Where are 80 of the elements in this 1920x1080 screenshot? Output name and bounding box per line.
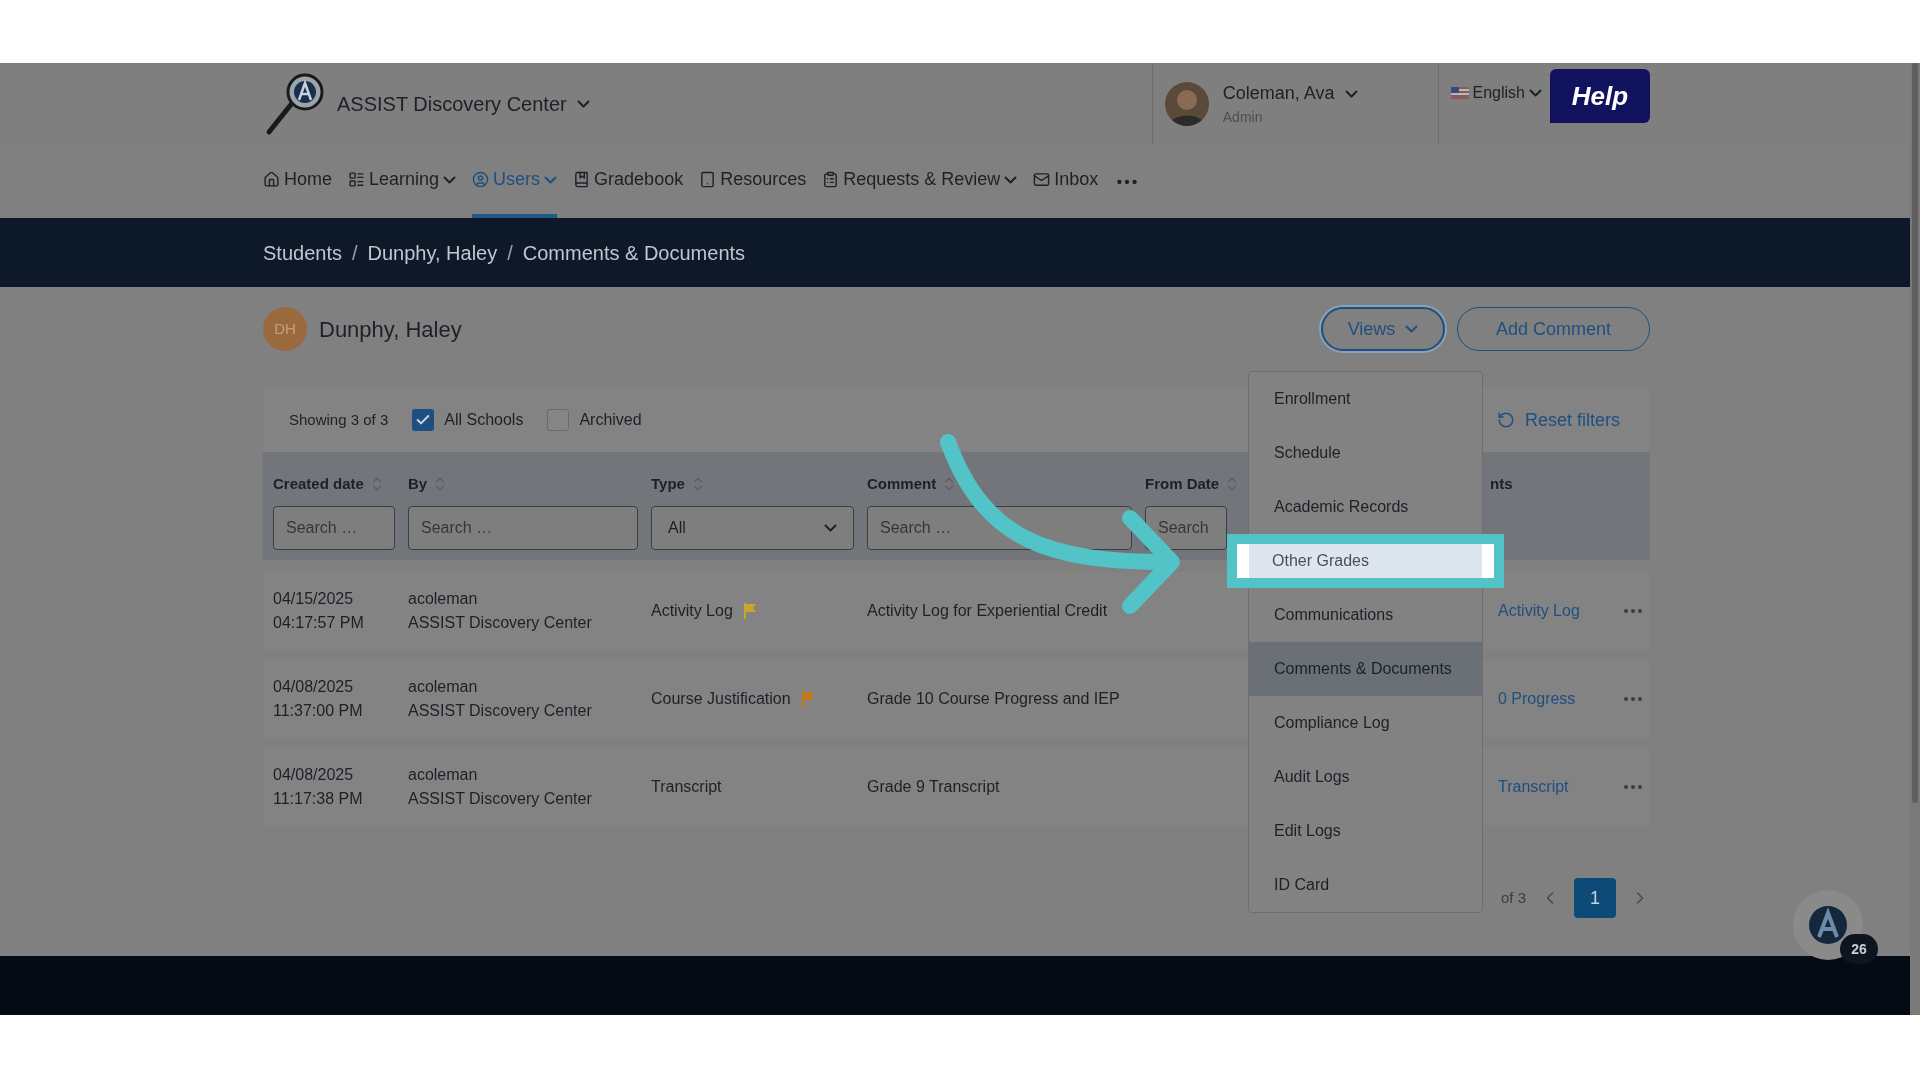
nav-tab[interactable]: Resources [699, 166, 807, 193]
tablet-icon [699, 171, 717, 188]
house-icon [263, 171, 280, 188]
column-header: Comment [867, 473, 937, 494]
breadcrumb-separator: / [507, 240, 513, 266]
search-field[interactable]: Search … [408, 506, 638, 550]
author-cell-text: acoleman ASSIST Discovery Center [408, 765, 593, 809]
breadcrumb-separator: / [351, 240, 358, 266]
caret-icon[interactable] [1405, 325, 1419, 333]
menu-item[interactable]: Enrollment [1249, 372, 1482, 426]
page-button[interactable]: 1 [1574, 878, 1616, 918]
comment-cell-text: Grade 9 Transcript [867, 777, 1001, 797]
flag-icon [1450, 87, 1469, 99]
caret-icon[interactable] [576, 100, 590, 108]
logo-icon [1808, 905, 1848, 945]
clipboard-icon [822, 171, 840, 188]
document-link[interactable]: Transcript [1498, 775, 1608, 799]
language-selector[interactable]: English [1472, 81, 1542, 105]
column-header: From Date [1145, 473, 1220, 494]
column-header: Type [651, 473, 685, 494]
flag-icon [742, 603, 757, 619]
nav-tab[interactable]: Learning [348, 166, 457, 193]
date-cell-text: 04/08/2025 11:17:38 PM [273, 765, 364, 809]
search-field[interactable]: Search … [273, 506, 395, 550]
mail-icon [1033, 171, 1051, 188]
views-button[interactable]: Views [1321, 307, 1445, 351]
nav-tab[interactable]: Requests & Review [822, 166, 1018, 193]
nav-tab[interactable]: Home [263, 166, 332, 193]
caret-icon[interactable] [1004, 175, 1018, 184]
type-cell-text: Transcript [651, 777, 722, 797]
caret-icon[interactable] [1344, 89, 1358, 98]
column-header: By [408, 473, 428, 494]
menu-item[interactable]: Communications [1249, 588, 1482, 642]
menu-item[interactable]: Comments & Documents [1249, 642, 1482, 696]
column-header: nts [1490, 473, 1513, 494]
date-cell-text: 04/08/2025 11:37:00 PM [273, 677, 364, 721]
search-field[interactable]: Search [1145, 506, 1227, 550]
help-button[interactable]: Help [1550, 69, 1650, 123]
book-icon [573, 171, 591, 188]
results-count: Showing 3 of 3 [289, 409, 389, 430]
breadcrumb-link[interactable]: Dunphy, Haley [367, 237, 498, 268]
page-count: of 3 [1500, 887, 1526, 908]
nav-tab[interactable]: Gradebook [573, 166, 684, 193]
menu-item[interactable]: Other Grades [1249, 544, 1482, 578]
student-name: Dunphy, Haley [319, 315, 462, 344]
comment-cell-text: Activity Log for Experiential Credit [867, 601, 1109, 621]
organization-name: ASSIST Discovery Center [337, 92, 567, 117]
comment-cell-text: Grade 10 Course Progress and IEP [867, 689, 1121, 709]
caret-icon[interactable] [443, 175, 457, 184]
dropdown-icon[interactable] [824, 524, 837, 532]
menu-item[interactable]: Audit Logs [1249, 750, 1482, 804]
reset-icon [1496, 411, 1515, 429]
checkbox-label: All Schools [444, 410, 524, 430]
date-cell-text: 04/15/2025 04:17:57 PM [273, 589, 365, 633]
author-cell-text: acoleman ASSIST Discovery Center [408, 677, 593, 721]
breadcrumb-link[interactable]: Students [263, 237, 342, 268]
checkbox[interactable] [547, 409, 570, 431]
nav-tab[interactable]: Inbox [1033, 166, 1099, 193]
reset-filters-button[interactable]: Reset filters [1496, 406, 1620, 434]
checkbox-label: Archived [579, 410, 642, 430]
menu-item[interactable]: Academic Records [1249, 480, 1482, 534]
checkbox[interactable] [412, 409, 435, 431]
breadcrumb-link[interactable]: Comments & Documents [522, 237, 746, 268]
flag-icon [800, 691, 815, 707]
avatar-initials: DH [263, 307, 307, 351]
caret-icon[interactable] [544, 175, 558, 184]
type-cell-text: Activity Log [651, 601, 733, 621]
type-cell-text: Course Justification [651, 689, 791, 709]
document-link[interactable]: Activity Log [1498, 599, 1608, 623]
caret-icon[interactable] [1529, 89, 1542, 97]
user-icon [472, 171, 490, 188]
user-name: Coleman, Ava [1222, 82, 1335, 105]
type-select[interactable]: All [651, 506, 854, 550]
author-cell-text: acoleman ASSIST Discovery Center [408, 589, 593, 633]
list-icon [348, 171, 365, 188]
menu-item[interactable]: Schedule [1249, 426, 1482, 480]
column-header: Created date [273, 473, 364, 494]
nav-tab[interactable]: Users [472, 166, 558, 193]
document-link[interactable]: 0 Progress [1498, 687, 1608, 711]
menu-item[interactable]: ID Card [1249, 858, 1482, 912]
